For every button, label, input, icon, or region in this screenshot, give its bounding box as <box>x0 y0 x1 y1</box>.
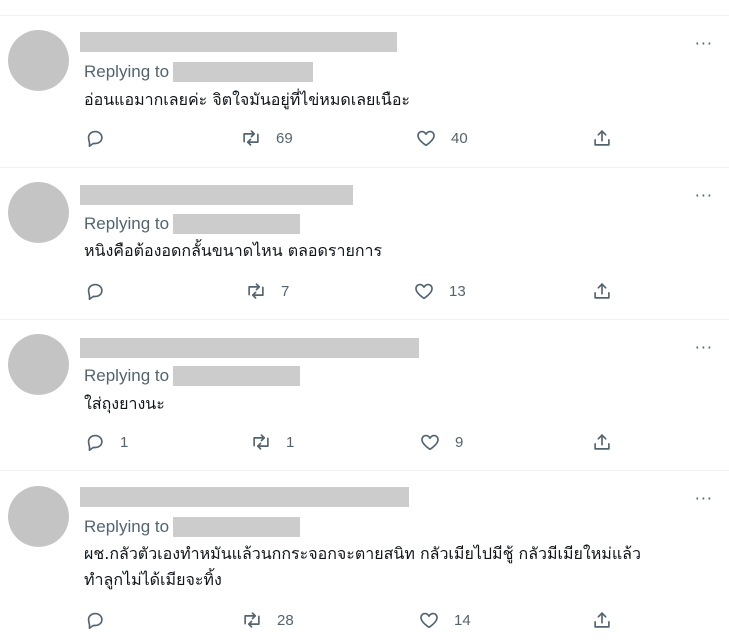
like-count: 9 <box>455 433 464 451</box>
retweet-icon <box>248 283 264 299</box>
share-icon <box>594 283 610 299</box>
retweet-count: 7 <box>281 282 290 300</box>
tweet-text: หนิงคือต้องอดกลั้นขนาดไหน ตลอดรายการ <box>84 241 383 260</box>
avatar[interactable] <box>8 182 69 243</box>
share-button[interactable] <box>591 430 613 454</box>
replying-to-label: Replying to <box>84 62 170 81</box>
retweet-button[interactable]: 69 <box>240 126 293 150</box>
reply-icon <box>87 612 103 630</box>
reply-button[interactable] <box>84 608 120 632</box>
tweet-text: ใส่ถุงยางนะ <box>84 394 165 413</box>
share-icon <box>594 612 610 628</box>
redacted-handle[interactable] <box>173 366 301 386</box>
reply-button[interactable] <box>84 126 120 150</box>
more-icon[interactable]: ··· <box>695 340 713 356</box>
replying-to: Replying to <box>84 517 301 537</box>
retweet-count: 1 <box>286 433 295 451</box>
share-icon <box>594 434 610 450</box>
more-icon[interactable]: ··· <box>695 188 713 204</box>
like-count: 13 <box>449 282 466 300</box>
reply-count: 1 <box>120 433 129 451</box>
redacted-display-name[interactable] <box>80 32 397 52</box>
avatar[interactable] <box>8 30 69 91</box>
like-count: 14 <box>454 611 471 629</box>
like-button[interactable]: 9 <box>419 430 463 454</box>
share-icon <box>594 130 610 146</box>
like-button[interactable]: 14 <box>418 608 471 632</box>
reply-icon <box>87 434 103 452</box>
reply-tweet[interactable]: ··· Replying to อ่อนแอมากเลยค่ะ จิตใจมัน… <box>0 16 729 168</box>
replying-to: Replying to <box>84 366 301 386</box>
retweet-button[interactable]: 7 <box>245 279 289 303</box>
like-button[interactable]: 13 <box>413 279 466 303</box>
redacted-display-name[interactable] <box>80 185 353 205</box>
replying-to: Replying to <box>84 62 314 82</box>
more-icon[interactable]: ··· <box>695 36 713 52</box>
redacted-display-name[interactable] <box>80 487 409 507</box>
avatar[interactable] <box>8 334 69 395</box>
share-button[interactable] <box>591 279 613 303</box>
avatar[interactable] <box>8 486 69 547</box>
tweet-text-line-2: ทำลูกไม่ได้เมียจะทิ้ง <box>84 570 222 589</box>
reply-icon <box>87 283 103 301</box>
retweet-icon <box>253 434 269 450</box>
heart-icon <box>415 283 433 300</box>
reply-tweet[interactable]: ··· Replying to หนิงคือต้องอดกลั้นขนาดไห… <box>0 168 729 320</box>
replying-to-label: Replying to <box>84 366 170 385</box>
reply-tweet[interactable]: ··· Replying to ใส่ถุงยางนะ 1 1 9 <box>0 320 729 471</box>
retweet-button[interactable]: 1 <box>250 430 294 454</box>
heart-icon <box>420 612 438 629</box>
retweet-button[interactable]: 28 <box>241 608 294 632</box>
replying-to-label: Replying to <box>84 214 170 233</box>
redacted-handle[interactable] <box>173 517 301 537</box>
replying-to: Replying to <box>84 214 301 234</box>
retweet-icon <box>243 130 259 146</box>
redacted-display-name[interactable] <box>80 338 419 358</box>
share-button[interactable] <box>591 126 613 150</box>
more-icon[interactable]: ··· <box>695 491 713 507</box>
replying-to-label: Replying to <box>84 517 170 536</box>
tweet-text: ผช.กลัวตัวเองทำหมันแล้วนกกระจอกจะตายสนิท… <box>84 544 641 563</box>
reply-icon <box>87 130 103 148</box>
heart-icon <box>417 130 435 147</box>
reply-button[interactable]: 1 <box>84 430 128 454</box>
like-button[interactable]: 40 <box>415 126 468 150</box>
retweet-count: 69 <box>276 129 293 147</box>
redacted-handle[interactable] <box>173 62 314 82</box>
reply-button[interactable] <box>84 279 120 303</box>
retweet-count: 28 <box>277 611 294 629</box>
reply-tweet[interactable]: ··· Replying to ผช.กลัวตัวเองทำหมันแล้วน… <box>0 471 729 643</box>
share-button[interactable] <box>591 608 613 632</box>
redacted-handle[interactable] <box>173 214 301 234</box>
tweet-text: อ่อนแอมากเลยค่ะ จิตใจมันอยู่ที่ไข่หมดเลย… <box>84 90 411 109</box>
retweet-icon <box>244 612 260 628</box>
heart-icon <box>421 434 439 451</box>
like-count: 40 <box>451 129 468 147</box>
